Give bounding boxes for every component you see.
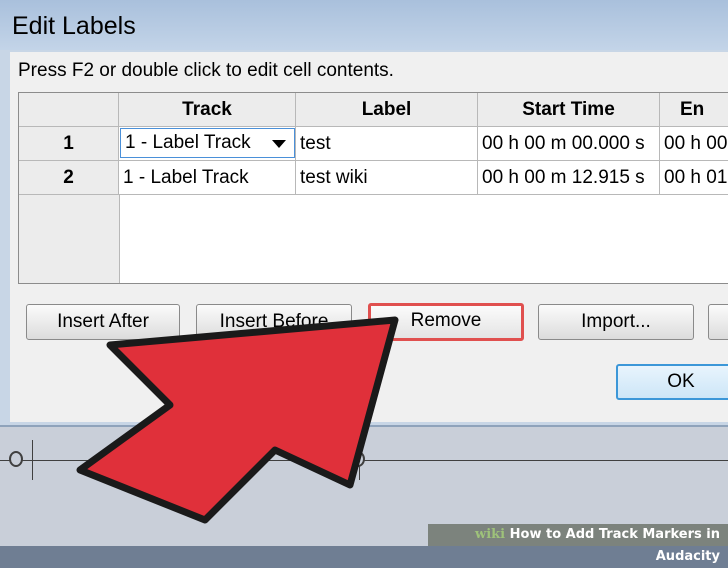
banner-brand: wiki (475, 527, 506, 542)
wikihow-banner: wiki How to Add Track Markers in Audacit… (428, 524, 728, 564)
red-arrow-pointer-icon (76, 316, 399, 524)
